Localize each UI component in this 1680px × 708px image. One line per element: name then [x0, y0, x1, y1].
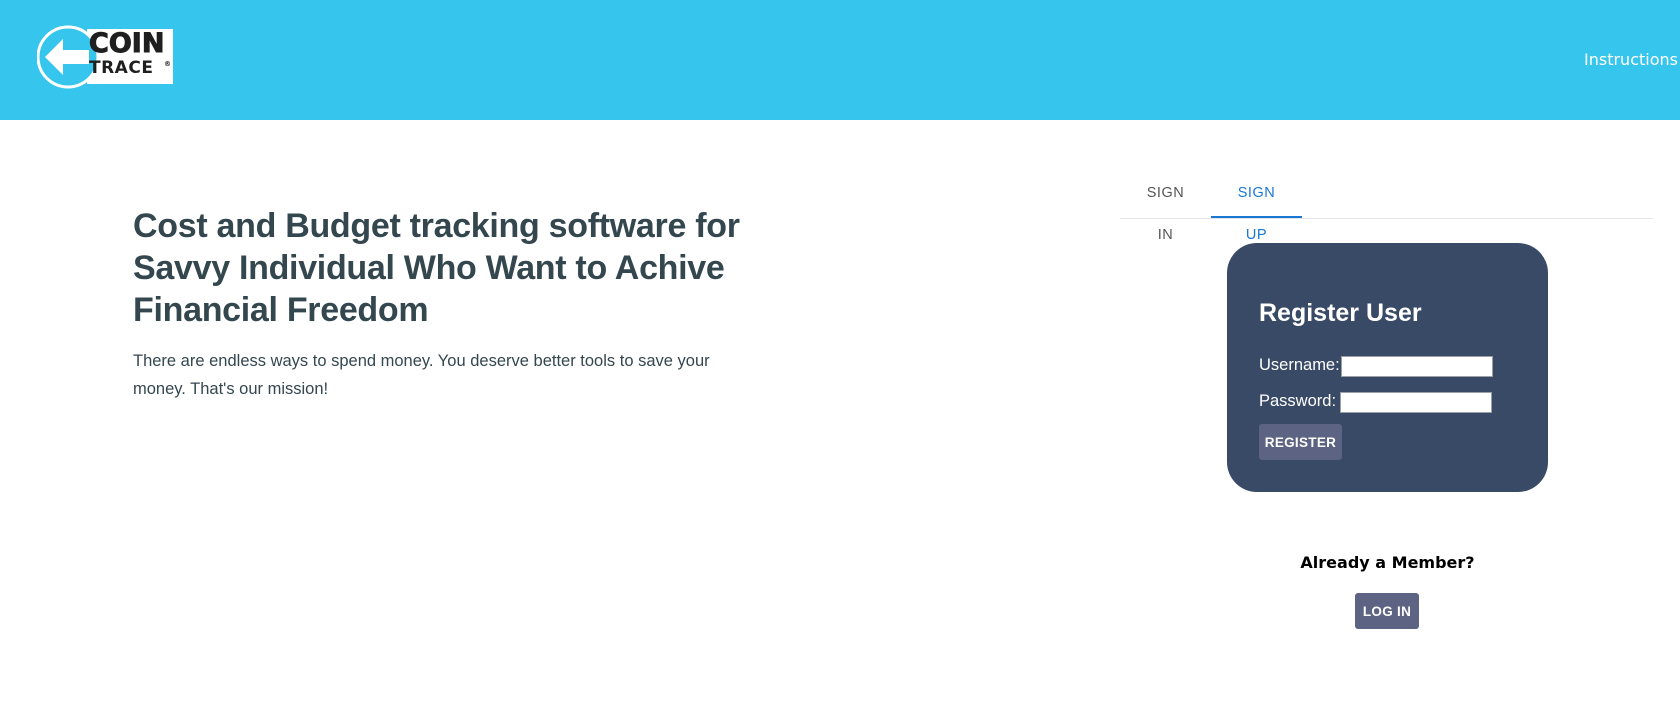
coin-trace-logo[interactable]: COIN TRACE ® [37, 24, 179, 90]
register-button[interactable]: REGISTER [1259, 424, 1342, 460]
logo-word-trace: TRACE [89, 58, 154, 78]
tab-sign-in[interactable]: SIGN IN [1120, 172, 1211, 243]
password-field[interactable] [1340, 392, 1492, 413]
tab-sign-up[interactable]: SIGN UP [1211, 172, 1302, 243]
top-bar: COIN TRACE ® Instructions [0, 0, 1680, 120]
already-member-text: Already a Member? [1300, 553, 1475, 572]
registered-mark: ® [164, 60, 171, 68]
hero-title: Cost and Budget tracking software for Sa… [133, 207, 740, 329]
log-in-button[interactable]: LOG IN [1355, 593, 1419, 629]
logo-word-coin: COIN [88, 28, 165, 59]
hero-section: Cost and Budget tracking software for Sa… [133, 205, 743, 403]
password-label: Password: [1259, 392, 1337, 410]
instructions-link[interactable]: Instructions [1584, 50, 1680, 69]
register-title: Register User [1259, 299, 1422, 327]
hero-description: There are endless ways to spend money. Y… [133, 352, 710, 398]
auth-tabs: SIGN IN SIGN UP [1120, 172, 1653, 243]
username-label: Username: [1259, 356, 1340, 374]
register-card: Register User Username: Password: REGIST… [1227, 243, 1548, 492]
username-field[interactable] [1341, 356, 1493, 377]
